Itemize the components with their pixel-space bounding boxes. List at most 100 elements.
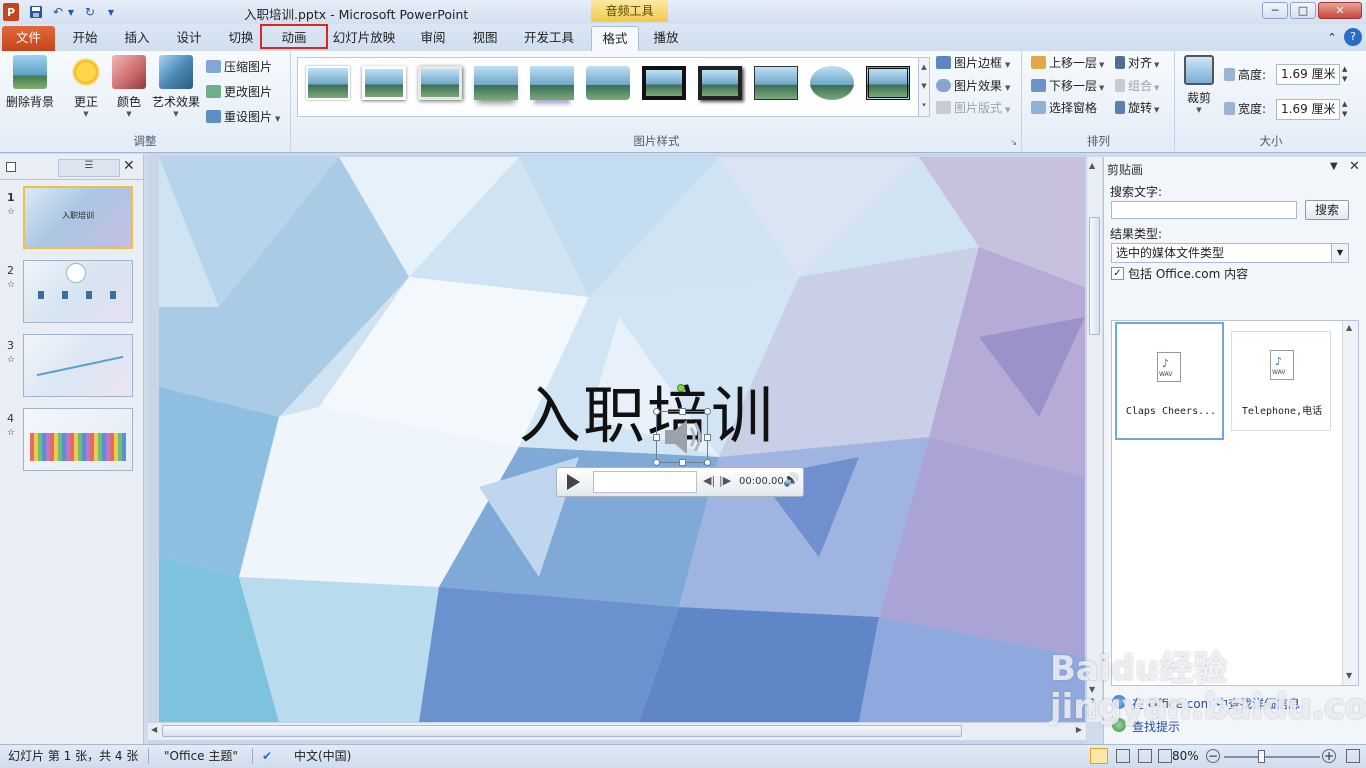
slide-horizontal-scrollbar[interactable]: ◀ ▶ — [148, 722, 1086, 740]
style-thumb-1[interactable] — [306, 66, 350, 100]
align-button[interactable]: 对齐 ▼ — [1115, 53, 1159, 73]
send-backward-button[interactable]: 下移一层 ▼ — [1031, 76, 1104, 96]
results-scrollbar[interactable]: ▲ ▼ — [1342, 321, 1358, 685]
width-input[interactable]: 1.69 厘米 — [1276, 99, 1340, 120]
rotate-button[interactable]: 旋转 ▼ — [1115, 98, 1159, 118]
outline-tab-icon[interactable]: ☰ — [58, 159, 120, 177]
rotate-handle[interactable] — [677, 384, 685, 392]
style-thumb-6[interactable] — [586, 66, 630, 100]
style-thumb-3[interactable] — [418, 66, 462, 100]
zoom-slider-thumb[interactable] — [1258, 750, 1265, 763]
resize-handle[interactable] — [653, 459, 660, 466]
corrections-button[interactable]: 更正 ▼ — [64, 55, 108, 118]
tab-slideshow[interactable]: 幻灯片放映 — [330, 26, 398, 51]
resize-handle[interactable] — [679, 459, 686, 466]
tab-view[interactable]: 视图 — [462, 26, 508, 51]
style-thumb-5[interactable] — [530, 66, 574, 100]
style-thumb-2[interactable] — [362, 66, 406, 100]
resize-handle[interactable] — [704, 459, 711, 466]
style-thumb-4[interactable] — [474, 66, 518, 100]
help-icon[interactable]: ? — [1344, 28, 1362, 46]
undo-icon[interactable]: ↶ — [50, 3, 66, 21]
tab-animations[interactable]: 动画 — [260, 24, 328, 49]
picture-border-button[interactable]: 图片边框 ▼ — [936, 53, 1010, 73]
fit-slide-icon[interactable] — [1346, 749, 1360, 763]
save-icon[interactable] — [28, 3, 44, 21]
include-office-checkbox[interactable]: ✓ — [1111, 267, 1124, 280]
picture-effects-button[interactable]: 图片效果 ▼ — [936, 76, 1010, 96]
undo-dropdown-icon[interactable]: ▼ — [66, 3, 76, 21]
customize-qat-icon[interactable]: ▼ — [105, 3, 117, 21]
panel-close-icon[interactable]: ✕ — [123, 158, 135, 174]
proofing-icon[interactable]: ✔ — [262, 745, 272, 767]
zoom-slider[interactable] — [1224, 756, 1320, 758]
tab-playback[interactable]: 播放 — [643, 26, 689, 51]
style-thumb-8[interactable] — [698, 66, 742, 100]
tab-file[interactable]: 文件 — [2, 26, 55, 51]
audio-icon-selection[interactable] — [653, 384, 711, 466]
resize-handle[interactable] — [704, 408, 711, 415]
zoom-in-icon[interactable]: + — [1322, 749, 1336, 763]
style-thumb-10[interactable] — [810, 66, 854, 100]
normal-view-icon[interactable] — [1090, 748, 1108, 764]
style-thumb-11[interactable] — [866, 66, 910, 100]
slide-thumb-2[interactable] — [23, 260, 133, 323]
maximize-button[interactable]: □ — [1290, 2, 1316, 19]
zoom-level[interactable]: 80% — [1172, 745, 1199, 767]
language-status[interactable]: 中文(中国) — [294, 745, 351, 767]
crop-button[interactable]: 裁剪 ▼ — [1182, 55, 1216, 114]
tab-format[interactable]: 格式 — [591, 26, 639, 51]
hscroll-thumb[interactable] — [162, 725, 962, 737]
audio-progress-bar[interactable] — [593, 471, 697, 493]
result-item[interactable]: ♪ WAV Claps Cheers... — [1115, 322, 1224, 440]
gallery-scroll[interactable]: ▲ ▼ ▾ — [918, 57, 930, 117]
style-thumb-9[interactable] — [754, 66, 798, 100]
slide-thumb-1[interactable]: 入职培训 — [23, 186, 133, 249]
bring-forward-button[interactable]: 上移一层 ▼ — [1031, 53, 1104, 73]
redo-icon[interactable]: ↻ — [82, 3, 98, 21]
tab-design[interactable]: 设计 — [166, 26, 212, 51]
picture-styles-gallery[interactable] — [297, 57, 929, 117]
result-type-select[interactable]: 选中的媒体文件类型 — [1111, 243, 1349, 263]
reset-picture-button[interactable]: 重设图片 ▼ — [206, 107, 280, 127]
tab-home[interactable]: 开始 — [62, 26, 108, 51]
width-spinner[interactable]: ▲ ▼ — [1342, 99, 1347, 119]
tab-insert[interactable]: 插入 — [114, 26, 160, 51]
pane-close-icon[interactable]: ✕ — [1349, 159, 1360, 174]
slide-thumb-3[interactable] — [23, 334, 133, 397]
slideshow-icon[interactable] — [1158, 749, 1172, 763]
resize-handle[interactable] — [653, 408, 660, 415]
slides-tab-icon[interactable] — [6, 162, 16, 172]
dialog-launcher-icon[interactable]: ↘ — [1010, 138, 1017, 147]
height-spinner[interactable]: ▲ ▼ — [1342, 64, 1347, 84]
result-item[interactable]: ♪ WAV Telephone,电话 — [1231, 331, 1331, 431]
reading-view-icon[interactable] — [1138, 749, 1152, 763]
search-input[interactable] — [1111, 201, 1297, 219]
compress-pictures-button[interactable]: 压缩图片 — [206, 57, 272, 77]
skip-forward-icon[interactable]: |▶ — [719, 474, 731, 487]
select-chevron-down-icon[interactable]: ▼ — [1331, 244, 1348, 262]
tab-transitions[interactable]: 切换 — [218, 26, 264, 51]
selection-pane-button[interactable]: 选择窗格 — [1031, 98, 1097, 118]
change-picture-button[interactable]: 更改图片 — [206, 82, 272, 102]
play-button[interactable] — [567, 474, 580, 490]
resize-handle[interactable] — [679, 408, 686, 415]
slide-vertical-scrollbar[interactable]: ▲ ▼ ⇞ ⇟ — [1086, 157, 1102, 722]
height-input[interactable]: 1.69 厘米 — [1276, 64, 1340, 85]
minimize-button[interactable]: ─ — [1262, 2, 1288, 19]
color-button[interactable]: 颜色 ▼ — [110, 55, 148, 118]
resize-handle[interactable] — [653, 434, 660, 441]
theme-status[interactable]: "Office 主题" — [164, 745, 238, 767]
current-slide[interactable]: 入职培训 ◀| |▶ 00:00.00 🔊 — [159, 157, 1085, 722]
remove-background-button[interactable]: 删除背景 — [4, 55, 56, 110]
skip-back-icon[interactable]: ◀| — [703, 474, 715, 487]
tab-developer[interactable]: 开发工具 — [516, 26, 582, 51]
zoom-out-icon[interactable]: − — [1206, 749, 1220, 763]
pane-menu-icon[interactable]: ▼ — [1330, 161, 1338, 172]
volume-icon[interactable]: 🔊 — [783, 473, 799, 488]
close-button[interactable]: ✕ — [1318, 2, 1362, 19]
artistic-effects-button[interactable]: 艺术效果 ▼ — [150, 55, 202, 118]
style-thumb-7[interactable] — [642, 66, 686, 100]
tab-review[interactable]: 审阅 — [410, 26, 456, 51]
slide-sorter-icon[interactable] — [1116, 749, 1130, 763]
